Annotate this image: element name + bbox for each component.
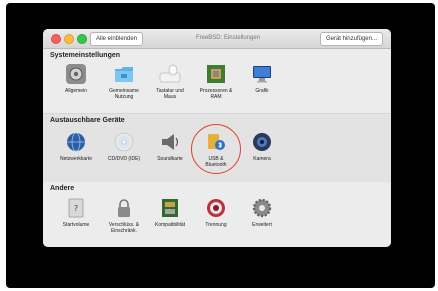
- section-title: Systemeinstellungen: [50, 52, 121, 59]
- item-label: CD/DVD (IDE): [107, 156, 141, 162]
- show-all-button[interactable]: Alle einblenden: [90, 32, 144, 46]
- item-label: Grafik: [255, 88, 269, 94]
- item-label: Erweitert: [252, 222, 272, 228]
- pref-item-graphics[interactable]: Grafik: [238, 63, 286, 94]
- item-label: Kompatibilität: [154, 222, 185, 228]
- item-label: Tastatur und Maus: [156, 88, 184, 100]
- pref-item-keyboard-mouse[interactable]: Tastatur und Maus: [146, 63, 194, 100]
- section-other: Andere ? Startvolume Verschlüss. & Einsc…: [43, 182, 391, 247]
- section-system-settings: Systemeinstellungen Allgemein Gemeinsame…: [43, 49, 391, 112]
- compatibility-board-icon: [159, 197, 181, 219]
- backdrop: Alle einblenden FreeBSD: Einstellungen G…: [6, 3, 435, 288]
- item-label: Verschlüss. & Einschränk.: [108, 222, 140, 234]
- camera-icon: [251, 131, 273, 153]
- pref-item-network[interactable]: Netzwerkkarte: [52, 131, 100, 162]
- section-title: Andere: [50, 185, 75, 192]
- item-label: Prozessoren & RAM: [199, 88, 233, 100]
- lock-icon: [113, 197, 135, 219]
- section-title: Austauschbare Geräte: [50, 117, 125, 124]
- item-label: Kamera: [253, 156, 271, 162]
- pref-item-startup-volume[interactable]: ? Startvolume: [52, 197, 100, 228]
- item-label: Gemeinsame Nutzung: [109, 88, 139, 100]
- pref-item-cd-dvd[interactable]: CD/DVD (IDE): [100, 131, 148, 162]
- minimize-button[interactable]: [64, 34, 74, 44]
- add-device-button[interactable]: Gerät hinzufügen...: [319, 32, 383, 46]
- preferences-window: Alle einblenden FreeBSD: Einstellungen G…: [43, 29, 391, 247]
- highlight-circle: [191, 124, 241, 174]
- pref-item-sharing[interactable]: Gemeinsame Nutzung: [100, 63, 148, 100]
- network-globe-icon: [65, 131, 87, 153]
- cpu-chip-icon: [205, 63, 227, 85]
- item-label: Startvolume: [62, 222, 90, 228]
- title-bar: Alle einblenden FreeBSD: Einstellungen G…: [43, 29, 391, 49]
- pref-item-camera[interactable]: Kamera: [238, 131, 286, 162]
- speaker-icon: [159, 131, 181, 153]
- pref-item-isolation[interactable]: Trennung: [192, 197, 240, 228]
- pref-item-general[interactable]: Allgemein: [52, 63, 100, 94]
- startup-disk-icon: ?: [65, 197, 87, 219]
- gear-icon: [251, 197, 273, 219]
- sharing-folder-icon: [113, 63, 135, 85]
- pref-item-processors-ram[interactable]: Prozessoren & RAM: [192, 63, 240, 100]
- item-label: Soundkarte: [157, 156, 183, 162]
- svg-text:?: ?: [74, 204, 78, 213]
- item-label: Netzwerkkarte: [60, 156, 92, 162]
- zoom-button[interactable]: [77, 34, 87, 44]
- display-icon: [251, 63, 273, 85]
- pref-item-encryption[interactable]: Verschlüss. & Einschränk.: [100, 197, 148, 234]
- close-button[interactable]: [51, 34, 61, 44]
- window-title: FreeBSD: Einstellungen: [195, 35, 261, 41]
- pref-item-sound[interactable]: Soundkarte: [146, 131, 194, 162]
- keyboard-mouse-icon: [159, 63, 181, 85]
- pref-item-compatibility[interactable]: Kompatibilität: [146, 197, 194, 228]
- pref-item-advanced[interactable]: Erweitert: [238, 197, 286, 228]
- cd-dvd-icon: [113, 131, 135, 153]
- item-label: Trennung: [205, 222, 227, 228]
- general-icon: [65, 63, 87, 85]
- isolation-icon: [205, 197, 227, 219]
- item-label: Allgemein: [65, 88, 87, 94]
